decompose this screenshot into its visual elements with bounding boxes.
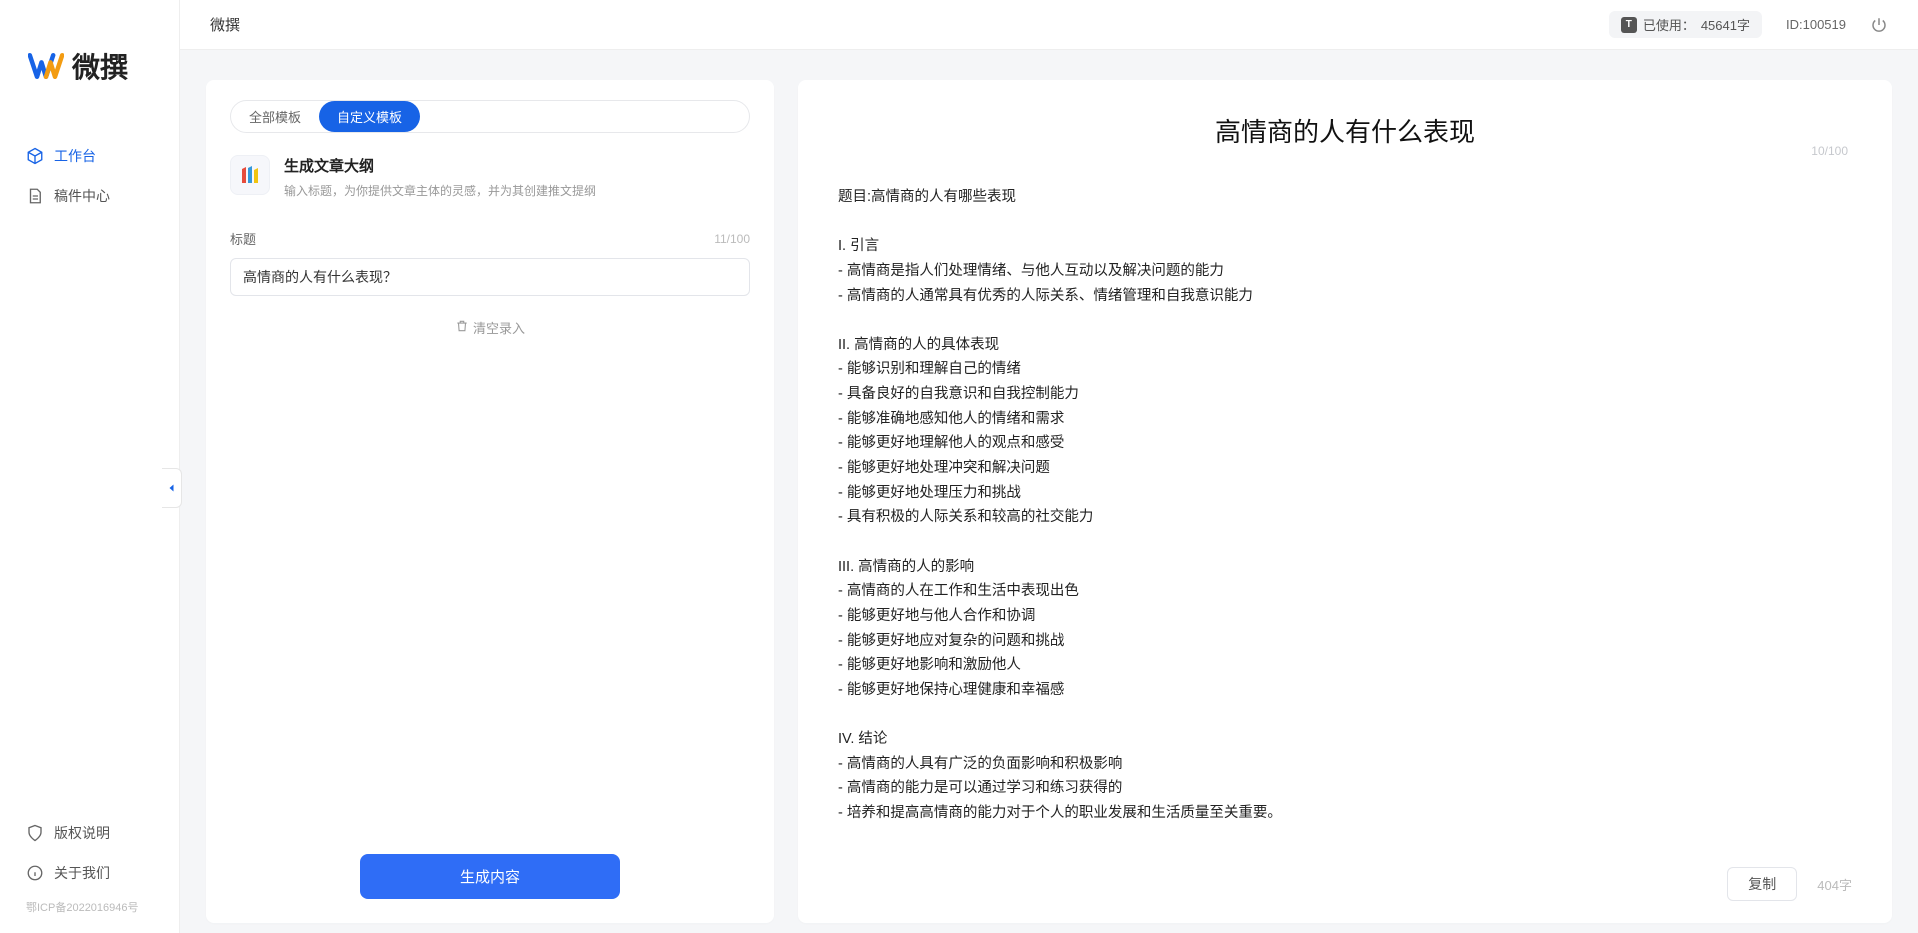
tab-custom-templates[interactable]: 自定义模板	[319, 101, 420, 132]
logo-icon	[28, 48, 64, 84]
document-body[interactable]: 题目:高情商的人有哪些表现 I. 引言 - 高情商是指人们处理情绪、与他人互动以…	[838, 185, 1852, 826]
main: 全部模板 自定义模板 生成文章大纲 输入标题，为你提供文章主体的灵感，并为其创建…	[180, 50, 1918, 933]
document-title[interactable]: 高情商的人有什么表现	[838, 112, 1852, 149]
tab-all-templates[interactable]: 全部模板	[231, 101, 319, 132]
nav-about[interactable]: 关于我们	[0, 853, 179, 893]
char-count: 404字	[1817, 875, 1852, 894]
sidebar: 微撰 工作台 稿件中心 版权说明 关于我们 鄂ICP	[0, 0, 180, 933]
info-icon	[26, 864, 44, 882]
title-input[interactable]	[230, 258, 750, 296]
template-info: 生成文章大纲 输入标题，为你提供文章主体的灵感，并为其创建推文提纲	[284, 155, 596, 199]
template-title: 生成文章大纲	[284, 155, 596, 176]
tabs: 全部模板 自定义模板	[230, 100, 750, 133]
title-counter: 11/100	[714, 232, 750, 246]
nav-drafts[interactable]: 稿件中心	[0, 176, 179, 216]
document-title-counter: 10/100	[1811, 144, 1848, 158]
nav-label: 版权说明	[54, 823, 110, 843]
generate-button[interactable]: 生成内容	[360, 854, 620, 899]
trash-icon	[455, 319, 469, 336]
nav-workbench[interactable]: 工作台	[0, 136, 179, 176]
logo: 微撰	[0, 0, 179, 116]
user-id: ID:100519	[1786, 17, 1846, 32]
header-right: T 已使用： 45641字 ID:100519	[1609, 11, 1888, 38]
cube-icon	[26, 147, 44, 165]
left-panel: 全部模板 自定义模板 生成文章大纲 输入标题，为你提供文章主体的灵感，并为其创建…	[206, 80, 774, 923]
sidebar-collapse[interactable]	[162, 468, 182, 508]
template-card: 生成文章大纲 输入标题，为你提供文章主体的灵感，并为其创建推文提纲	[230, 155, 750, 199]
icp-text: 鄂ICP备2022016946号	[0, 893, 179, 915]
nav-label: 稿件中心	[54, 186, 110, 206]
usage-label: 已使用：	[1643, 15, 1695, 34]
template-thumb-icon	[230, 155, 270, 195]
document-icon	[26, 187, 44, 205]
nav: 工作台 稿件中心	[0, 116, 179, 813]
logo-text: 微撰	[72, 46, 128, 86]
shield-icon	[26, 824, 44, 842]
power-icon[interactable]	[1870, 16, 1888, 34]
clear-input-button[interactable]: 清空录入	[230, 318, 750, 337]
title-field: 标题 11/100	[230, 229, 750, 296]
copy-button[interactable]: 复制	[1727, 867, 1797, 901]
title-label: 标题	[230, 229, 256, 248]
t-badge-icon: T	[1621, 17, 1637, 33]
clear-label: 清空录入	[473, 318, 525, 337]
usage-value: 45641字	[1701, 15, 1750, 34]
nav-label: 关于我们	[54, 863, 110, 883]
sidebar-bottom: 版权说明 关于我们 鄂ICP备2022016946号	[0, 813, 179, 933]
right-footer: 复制 404字	[1727, 867, 1852, 901]
template-desc: 输入标题，为你提供文章主体的灵感，并为其创建推文提纲	[284, 182, 596, 199]
header-title: 微撰	[210, 14, 240, 35]
nav-copyright[interactable]: 版权说明	[0, 813, 179, 853]
right-panel: 高情商的人有什么表现 10/100 题目:高情商的人有哪些表现 I. 引言 - …	[798, 80, 1892, 923]
header: 微撰 T 已使用： 45641字 ID:100519	[180, 0, 1918, 50]
usage-chip[interactable]: T 已使用： 45641字	[1609, 11, 1762, 38]
nav-label: 工作台	[54, 146, 96, 166]
